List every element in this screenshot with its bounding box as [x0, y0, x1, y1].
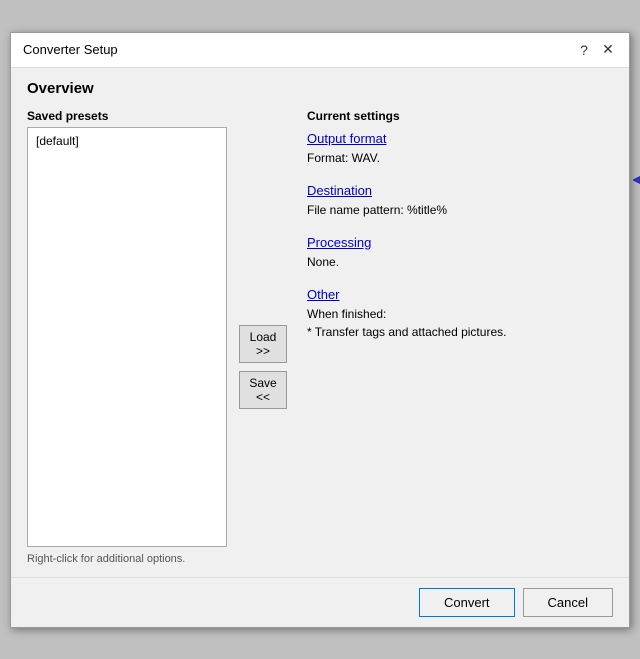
destination-section: Destination File name pattern: %title% — [307, 183, 613, 219]
right-panel: Current settings Output format Format: W… — [299, 109, 613, 565]
right-click-hint: Right-click for additional options. — [27, 553, 227, 565]
save-button[interactable]: Save << — [239, 371, 287, 409]
output-format-detail: Format: WAV. — [307, 149, 613, 167]
cancel-button[interactable]: Cancel — [523, 588, 613, 617]
convert-button[interactable]: Convert — [419, 588, 515, 617]
load-button[interactable]: Load >> — [239, 325, 287, 363]
annotation-arrow — [633, 145, 640, 218]
other-detail: When finished: * Transfer tags and attac… — [307, 305, 613, 341]
processing-section: Processing None. — [307, 235, 613, 271]
title-controls: ? ✕ — [575, 41, 617, 59]
destination-link[interactable]: Destination — [307, 183, 372, 198]
other-link[interactable]: Other — [307, 287, 340, 302]
left-panel: Saved presets [default] Right-click for … — [27, 109, 227, 565]
main-area: Saved presets [default] Right-click for … — [27, 109, 613, 565]
preset-item-default[interactable]: [default] — [32, 132, 222, 150]
current-settings-label: Current settings — [307, 109, 613, 123]
close-button[interactable]: ✕ — [599, 41, 617, 59]
dialog-body: Overview Saved presets [default] Right-c… — [11, 68, 629, 577]
output-format-link[interactable]: Output format — [307, 131, 386, 146]
converter-setup-dialog: Converter Setup ? ✕ Overview Saved prese… — [10, 32, 630, 628]
output-format-section: Output format Format: WAV. — [307, 131, 613, 167]
presets-list[interactable]: [default] — [27, 127, 227, 547]
processing-detail: None. — [307, 253, 613, 271]
other-section: Other When finished: * Transfer tags and… — [307, 287, 613, 341]
destination-detail: File name pattern: %title% — [307, 201, 613, 219]
help-button[interactable]: ? — [575, 41, 593, 59]
footer: Convert Cancel — [11, 577, 629, 627]
dialog-title: Converter Setup — [23, 42, 118, 57]
middle-buttons: Load >> Save << — [227, 109, 299, 565]
processing-link[interactable]: Processing — [307, 235, 371, 250]
title-bar-left: Converter Setup — [23, 42, 118, 57]
title-bar: Converter Setup ? ✕ — [11, 33, 629, 68]
saved-presets-label: Saved presets — [27, 109, 227, 123]
overview-heading: Overview — [27, 80, 613, 97]
